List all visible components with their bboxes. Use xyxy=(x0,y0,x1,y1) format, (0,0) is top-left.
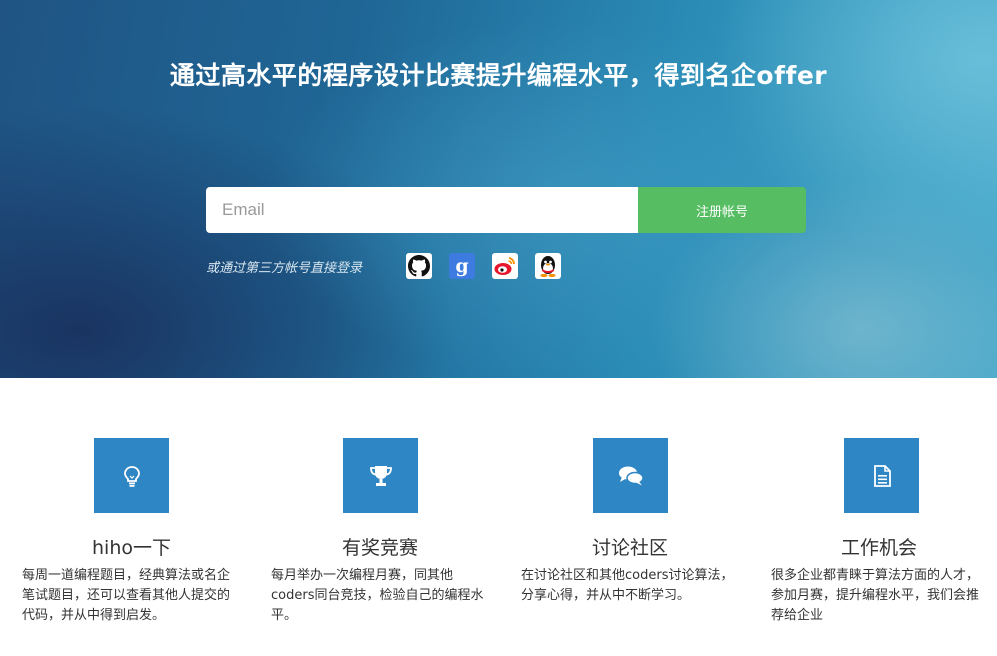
trophy-icon xyxy=(343,438,418,513)
hero-banner: 通过高水平的程序设计比赛提升编程水平，得到名企offer 注册帐号 或通过第三方… xyxy=(0,0,997,378)
document-icon xyxy=(844,438,919,513)
feature-title: 讨论社区 xyxy=(592,537,669,559)
feature-title: 有奖竞赛 xyxy=(342,537,419,559)
feature-title: 工作机会 xyxy=(841,537,918,559)
feature-description: 在讨论社区和其他coders讨论算法，分享心得，并从中不断学习。 xyxy=(521,568,734,603)
google-icon[interactable]: g xyxy=(449,253,475,279)
comments-icon xyxy=(593,438,668,513)
feature-description: 每月举办一次编程月赛，同其他coders同台竞技，检验自己的编程水平。 xyxy=(271,568,484,623)
qq-icon[interactable] xyxy=(535,253,561,279)
feature-description: 很多企业都青睐于算法方面的人才，参加月赛，提升编程水平，我们会推荐给企业 xyxy=(771,568,980,623)
lightbulb-icon xyxy=(94,438,169,513)
email-field[interactable] xyxy=(206,187,638,233)
signup-form: 注册帐号 xyxy=(206,187,806,233)
weibo-icon[interactable] xyxy=(492,253,518,279)
third-party-login: 或通过第三方帐号直接登录 g xyxy=(206,252,621,280)
hero-headline: 通过高水平的程序设计比赛提升编程水平，得到名企offer xyxy=(169,61,828,90)
svg-text:g: g xyxy=(455,255,468,277)
feature-title: hiho一下 xyxy=(92,537,171,559)
register-button[interactable]: 注册帐号 xyxy=(638,187,806,233)
features-section: hiho一下 每周一道编程题目，经典算法或名企笔试题目，还可以查看其他人提交的代… xyxy=(0,378,997,656)
feature-description: 每周一道编程题目，经典算法或名企笔试题目，还可以查看其他人提交的代码，并从中得到… xyxy=(22,568,231,623)
github-icon[interactable] xyxy=(406,253,432,279)
microsoft-icon[interactable] xyxy=(578,253,604,279)
third-party-login-label: 或通过第三方帐号直接登录 xyxy=(206,260,363,276)
